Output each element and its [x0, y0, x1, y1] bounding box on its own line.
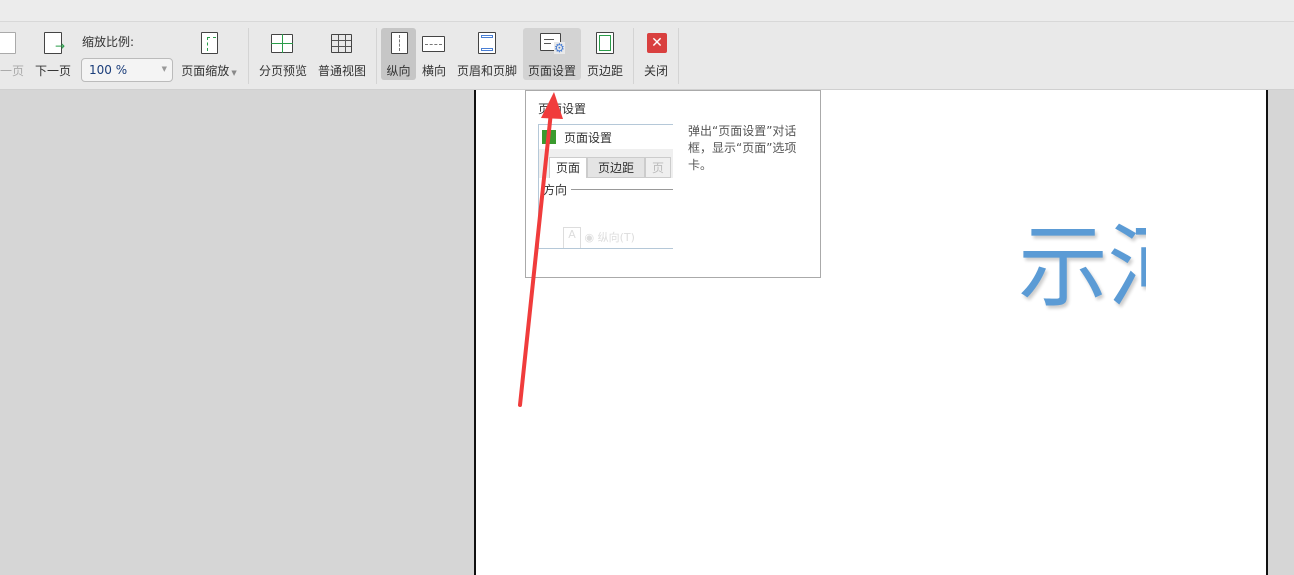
annotation-arrow: [518, 92, 563, 407]
arrow-shaft: [518, 110, 553, 407]
arrow-head: [541, 92, 563, 119]
